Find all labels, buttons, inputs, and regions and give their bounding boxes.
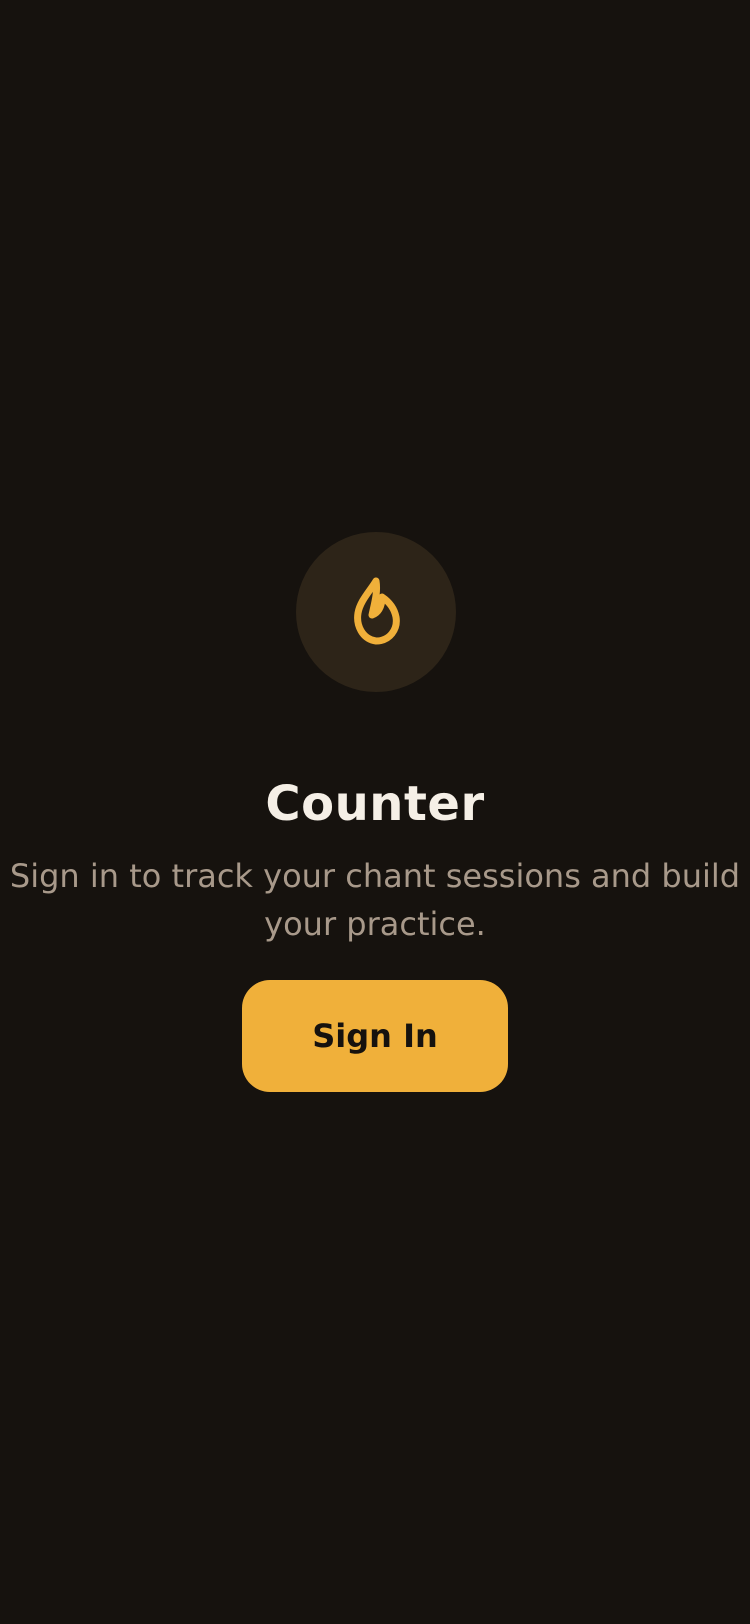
sign-in-button[interactable]: Sign In (242, 980, 508, 1092)
app-logo (296, 532, 456, 692)
app-title: Counter (265, 776, 485, 833)
login-screen: Counter Sign in to track your chant sess… (0, 0, 750, 1624)
app-subtitle: Sign in to track your chant sessions and… (9, 857, 741, 943)
flame-icon (354, 577, 400, 645)
